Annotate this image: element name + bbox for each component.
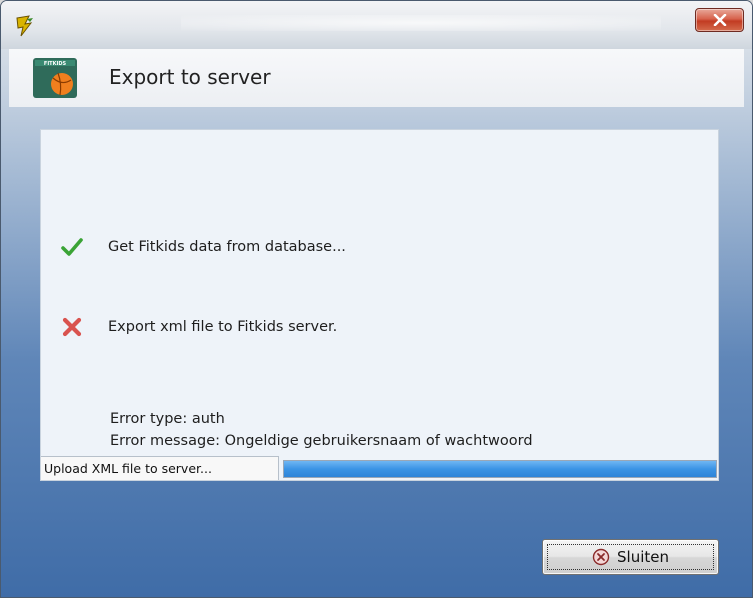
title-bar[interactable] bbox=[1, 1, 752, 49]
error-message-text: Error message: Ongeldige gebruikersnaam … bbox=[110, 433, 533, 449]
task-export-xml-label: Export xml file to Fitkids server. bbox=[108, 319, 338, 335]
dialog-title: Export to server bbox=[109, 65, 271, 89]
export-dialog-window: FITKIDS Export to server Get Fitkids dat… bbox=[0, 0, 753, 598]
export-progress-panel: Get Fitkids data from database... Export… bbox=[40, 129, 719, 481]
task-get-data-label: Get Fitkids data from database... bbox=[108, 239, 346, 255]
cross-icon bbox=[62, 317, 82, 337]
upload-progress-fill bbox=[284, 461, 716, 477]
upload-progress-bar bbox=[283, 460, 717, 478]
svg-text:FITKIDS: FITKIDS bbox=[44, 61, 67, 67]
fitkids-app-icon bbox=[16, 15, 33, 37]
sluiten-button[interactable]: Sluiten bbox=[542, 539, 719, 575]
window-close-button[interactable] bbox=[695, 8, 744, 32]
dialog-header: FITKIDS Export to server bbox=[9, 49, 744, 107]
sluiten-button-label: Sluiten bbox=[617, 548, 669, 566]
close-icon bbox=[713, 14, 726, 26]
error-type-text: Error type: auth bbox=[110, 411, 225, 427]
status-text: Upload XML file to server... bbox=[41, 456, 279, 480]
fitkids-logo-icon: FITKIDS bbox=[33, 58, 77, 98]
checkmark-icon bbox=[61, 238, 83, 256]
cancel-circle-icon bbox=[592, 548, 610, 566]
